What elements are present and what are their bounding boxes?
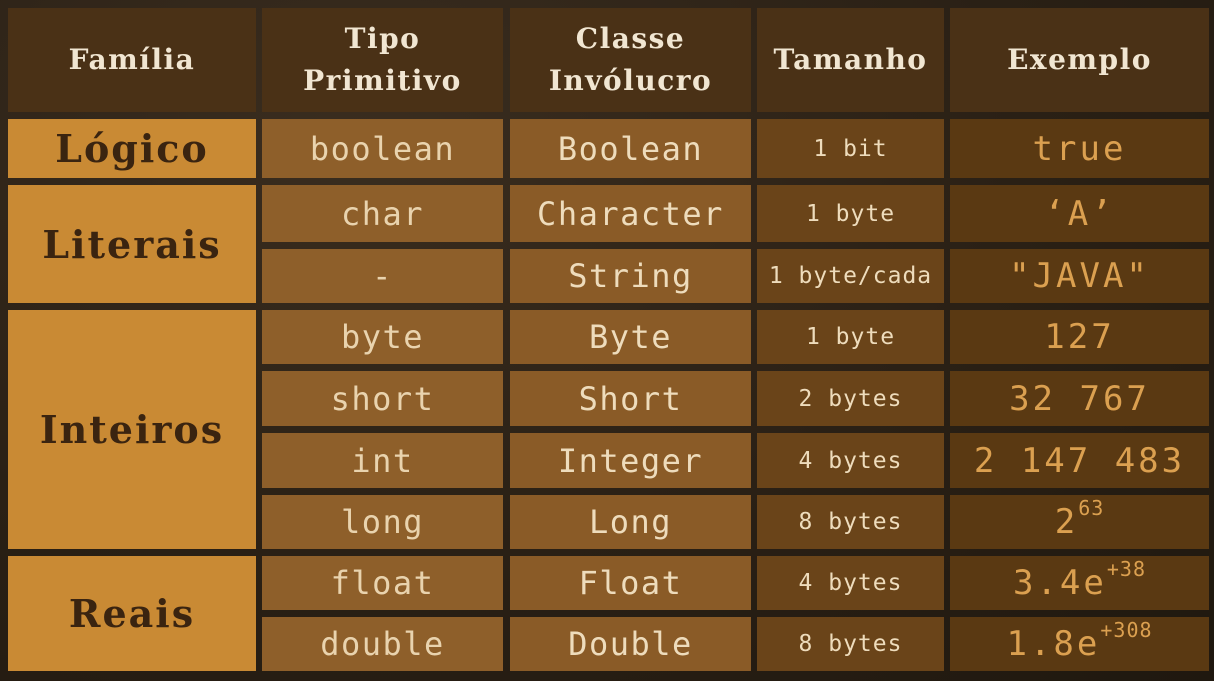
wrapper-cell: String — [510, 249, 751, 303]
primitive-cell: float — [262, 556, 503, 610]
example-cell: 2 147 483 — [950, 433, 1209, 488]
example-cell: 32 767 — [950, 371, 1209, 426]
size-cell: 1 byte/cada — [757, 249, 944, 303]
header-exemplo-label: Exemplo — [1007, 43, 1152, 76]
wrapper-cell: Character — [510, 185, 751, 242]
header-tamanho: Tamanho — [757, 8, 944, 112]
example-base: 2 — [1054, 502, 1079, 542]
primitive-cell: char — [262, 185, 503, 242]
wrapper-cell: Double — [510, 617, 751, 671]
header-tipo-line2: Primitivo — [303, 64, 462, 97]
wrapper-cell: Long — [510, 495, 751, 549]
family-reais: Reais — [8, 556, 256, 671]
example-cell: 2 63 — [950, 495, 1209, 549]
primitive-cell: short — [262, 371, 503, 426]
primitive-cell: double — [262, 617, 503, 671]
example-base: 1.8e — [1006, 624, 1101, 664]
wrapper-cell: Integer — [510, 433, 751, 488]
example-cell: 127 — [950, 310, 1209, 364]
header-tipo-primitivo: Tipo Primitivo — [262, 8, 503, 112]
wrapper-cell: Boolean — [510, 119, 751, 178]
size-cell: 4 bytes — [757, 556, 944, 610]
header-familia-label: Família — [68, 43, 196, 76]
primitive-cell: byte — [262, 310, 503, 364]
header-classe-involucro: Classe Invólucro — [510, 8, 751, 112]
size-cell: 1 byte — [757, 310, 944, 364]
size-cell: 8 bytes — [757, 495, 944, 549]
size-cell: 1 byte — [757, 185, 944, 242]
example-cell: 1.8e +308 — [950, 617, 1209, 671]
size-cell: 2 bytes — [757, 371, 944, 426]
size-cell: 1 bit — [757, 119, 944, 178]
primitive-cell: long — [262, 495, 503, 549]
header-classe-line2: Invólucro — [548, 64, 713, 97]
wrapper-cell: Short — [510, 371, 751, 426]
example-cell: ‘A’ — [950, 185, 1209, 242]
size-cell: 8 bytes — [757, 617, 944, 671]
wrapper-cell: Float — [510, 556, 751, 610]
family-literais: Literais — [8, 185, 256, 303]
primitive-cell: - — [262, 249, 503, 303]
example-cell: "JAVA" — [950, 249, 1209, 303]
header-tipo-line1: Tipo — [344, 22, 421, 55]
example-cell: true — [950, 119, 1209, 178]
header-exemplo: Exemplo — [950, 8, 1209, 112]
example-cell: 3.4e +38 — [950, 556, 1209, 610]
header-tamanho-label: Tamanho — [773, 43, 928, 76]
header-familia: Família — [8, 8, 256, 112]
primitive-cell: boolean — [262, 119, 503, 178]
example-exponent: +308 — [1100, 618, 1153, 642]
primitive-cell: int — [262, 433, 503, 488]
size-cell: 4 bytes — [757, 433, 944, 488]
wrapper-cell: Byte — [510, 310, 751, 364]
example-exponent: 63 — [1078, 496, 1105, 520]
family-inteiros: Inteiros — [8, 310, 256, 549]
example-exponent: +38 — [1106, 557, 1146, 581]
example-base: 3.4e — [1012, 563, 1107, 603]
java-types-table: Família Tipo Primitivo Classe Invólucro … — [0, 0, 1214, 681]
family-logico: Lógico — [8, 119, 256, 178]
header-classe-line1: Classe — [575, 22, 686, 55]
